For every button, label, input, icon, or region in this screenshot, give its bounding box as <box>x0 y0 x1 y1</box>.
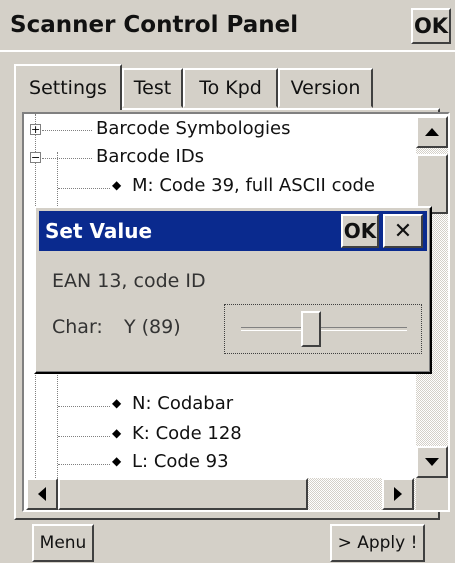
dialog-title-bar: Set Value OK ✕ <box>39 211 427 251</box>
slider-track <box>241 327 407 331</box>
up-arrow-icon <box>425 128 439 136</box>
scrollbar-corner <box>416 478 448 510</box>
slider-thumb[interactable] <box>300 311 321 347</box>
right-arrow-icon <box>394 487 402 501</box>
tree-item-code-39-full[interactable]: M: Code 39, full ASCII code <box>132 175 375 196</box>
scroll-up-button[interactable] <box>416 116 448 148</box>
tree-connector <box>42 158 92 159</box>
expand-icon[interactable]: + <box>30 124 41 135</box>
tree-item-barcode-ids[interactable]: Barcode IDs <box>96 146 204 167</box>
tab-version[interactable]: Version <box>278 68 373 108</box>
diamond-bullet-icon: ◆ <box>112 396 122 410</box>
scroll-right-button[interactable] <box>382 478 414 510</box>
tree-connector <box>58 436 110 437</box>
menu-button[interactable]: Menu <box>32 524 94 562</box>
tree-connector <box>58 406 110 407</box>
set-value-dialog: Set Value OK ✕ EAN 13, code ID Char: Y (… <box>34 206 432 374</box>
close-icon[interactable]: ✕ <box>383 214 423 248</box>
tree-item-codabar[interactable]: N: Codabar <box>132 393 233 414</box>
char-value: Y (89) <box>124 316 181 338</box>
tab-to-kpd[interactable]: To Kpd <box>183 68 278 108</box>
tree-item-code-128[interactable]: K: Code 128 <box>132 423 242 444</box>
diamond-bullet-icon: ◆ <box>112 426 122 440</box>
scroll-thumb[interactable] <box>416 154 448 214</box>
tree-connector <box>58 188 110 189</box>
char-slider[interactable] <box>224 304 422 354</box>
tree-connector <box>58 464 110 465</box>
scroll-down-button[interactable] <box>416 446 448 478</box>
dialog-ok-button[interactable]: OK <box>341 214 379 248</box>
ok-button[interactable]: OK <box>411 8 451 44</box>
dialog-title: Set Value <box>45 219 153 243</box>
tree-connector <box>42 130 92 131</box>
tab-settings[interactable]: Settings <box>14 64 122 110</box>
tree-item-code-93[interactable]: L: Code 93 <box>132 451 229 472</box>
left-arrow-icon <box>38 487 46 501</box>
tree-item-barcode-symbologies[interactable]: Barcode Symbologies <box>96 118 290 139</box>
down-arrow-icon <box>425 458 439 466</box>
collapse-icon[interactable]: − <box>30 152 41 163</box>
title-bar: Scanner Control Panel OK <box>0 0 455 52</box>
apply-button[interactable]: > Apply ! <box>330 524 425 562</box>
char-label: Char: <box>52 316 103 338</box>
field-label: EAN 13, code ID <box>52 270 206 292</box>
tab-test[interactable]: Test <box>122 68 183 108</box>
app-title: Scanner Control Panel <box>10 12 299 38</box>
app-window: Scanner Control Panel OK Settings Test T… <box>0 0 455 563</box>
hscroll-thumb[interactable] <box>58 478 308 510</box>
horizontal-scrollbar[interactable] <box>26 478 416 510</box>
diamond-bullet-icon: ◆ <box>112 454 122 468</box>
scroll-left-button[interactable] <box>26 478 58 510</box>
diamond-bullet-icon: ◆ <box>112 178 122 192</box>
